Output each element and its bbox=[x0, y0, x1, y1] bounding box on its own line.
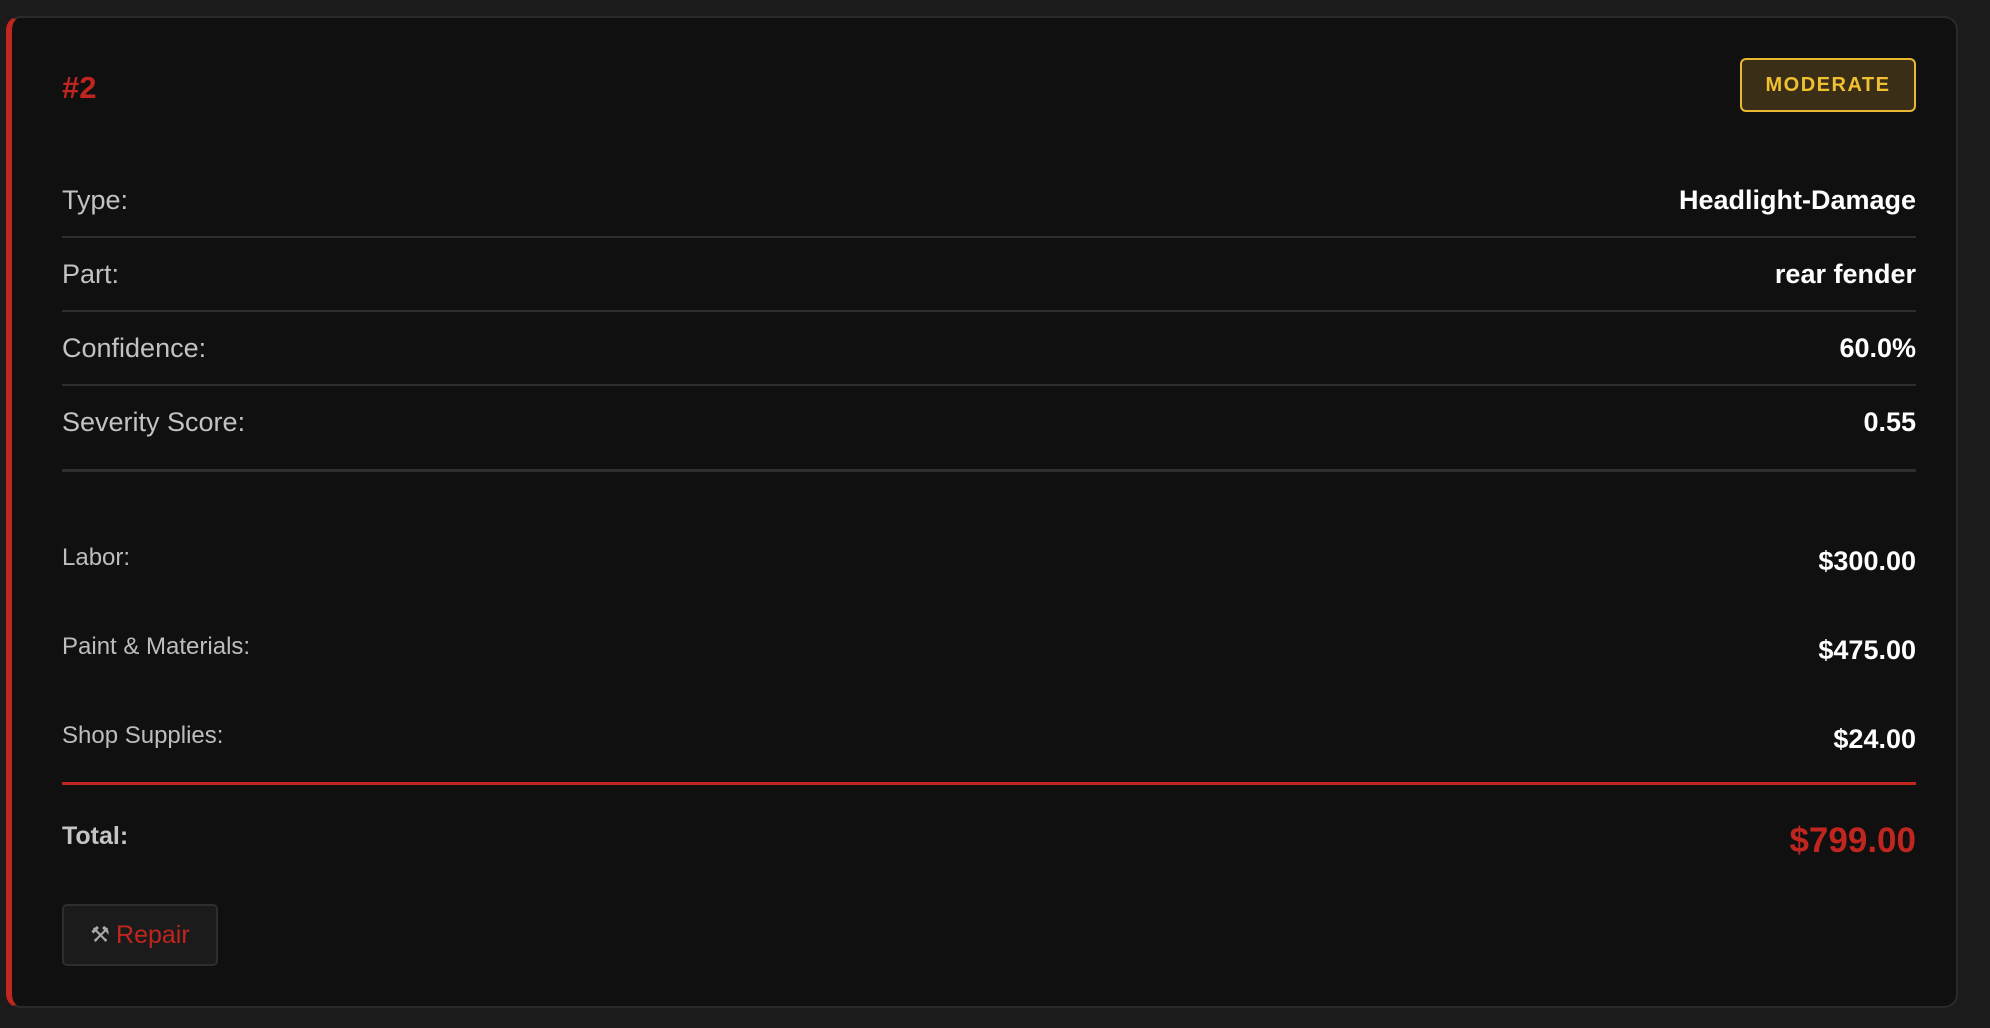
detail-label: Type: bbox=[62, 184, 129, 215]
detail-row-type: Type: Headlight-Damage bbox=[62, 164, 1916, 238]
total-value: $799.00 bbox=[1789, 821, 1916, 860]
cost-row-shop-supplies: Shop Supplies: $24.00 bbox=[62, 722, 1916, 762]
detail-row-confidence: Confidence: 60.0% bbox=[62, 312, 1916, 386]
detail-row-part: Part: rear fender bbox=[62, 238, 1916, 312]
detail-row-severity-score: Severity Score: 0.55 bbox=[62, 386, 1916, 458]
detail-value: rear fender bbox=[1774, 258, 1916, 289]
damage-card: #2 MODERATE Type: Headlight-Damage Part:… bbox=[6, 16, 1958, 1008]
detail-label: Part: bbox=[62, 258, 120, 289]
cost-label: Labor: bbox=[62, 544, 131, 571]
damage-card-content: #2 MODERATE Type: Headlight-Damage Part:… bbox=[62, 18, 1916, 1006]
card-header: #2 MODERATE bbox=[62, 58, 1916, 118]
severity-badge: MODERATE bbox=[1740, 58, 1916, 112]
total-label: Total: bbox=[62, 822, 129, 850]
detail-value: 60.0% bbox=[1839, 332, 1916, 363]
cost-label: Shop Supplies: bbox=[62, 722, 224, 749]
detail-value: Headlight-Damage bbox=[1678, 184, 1916, 215]
cost-label: Paint & Materials: bbox=[62, 633, 251, 660]
repair-button-label: Repair bbox=[116, 920, 190, 949]
total-divider bbox=[62, 782, 1916, 785]
cost-value: $475.00 bbox=[1818, 635, 1916, 665]
repair-button[interactable]: ⚒ Repair bbox=[62, 904, 218, 966]
detail-label: Severity Score: bbox=[62, 406, 246, 437]
section-divider bbox=[62, 469, 1916, 472]
cost-value: $24.00 bbox=[1833, 724, 1916, 754]
cost-value: $300.00 bbox=[1818, 546, 1916, 576]
cost-row-paint-materials: Paint & Materials: $475.00 bbox=[62, 633, 1916, 673]
cost-row-labor: Labor: $300.00 bbox=[62, 544, 1916, 584]
detail-label: Confidence: bbox=[62, 332, 207, 363]
damage-id: #2 bbox=[62, 70, 97, 105]
hammer-wrench-icon: ⚒ bbox=[90, 922, 111, 947]
detail-value: 0.55 bbox=[1863, 406, 1916, 437]
